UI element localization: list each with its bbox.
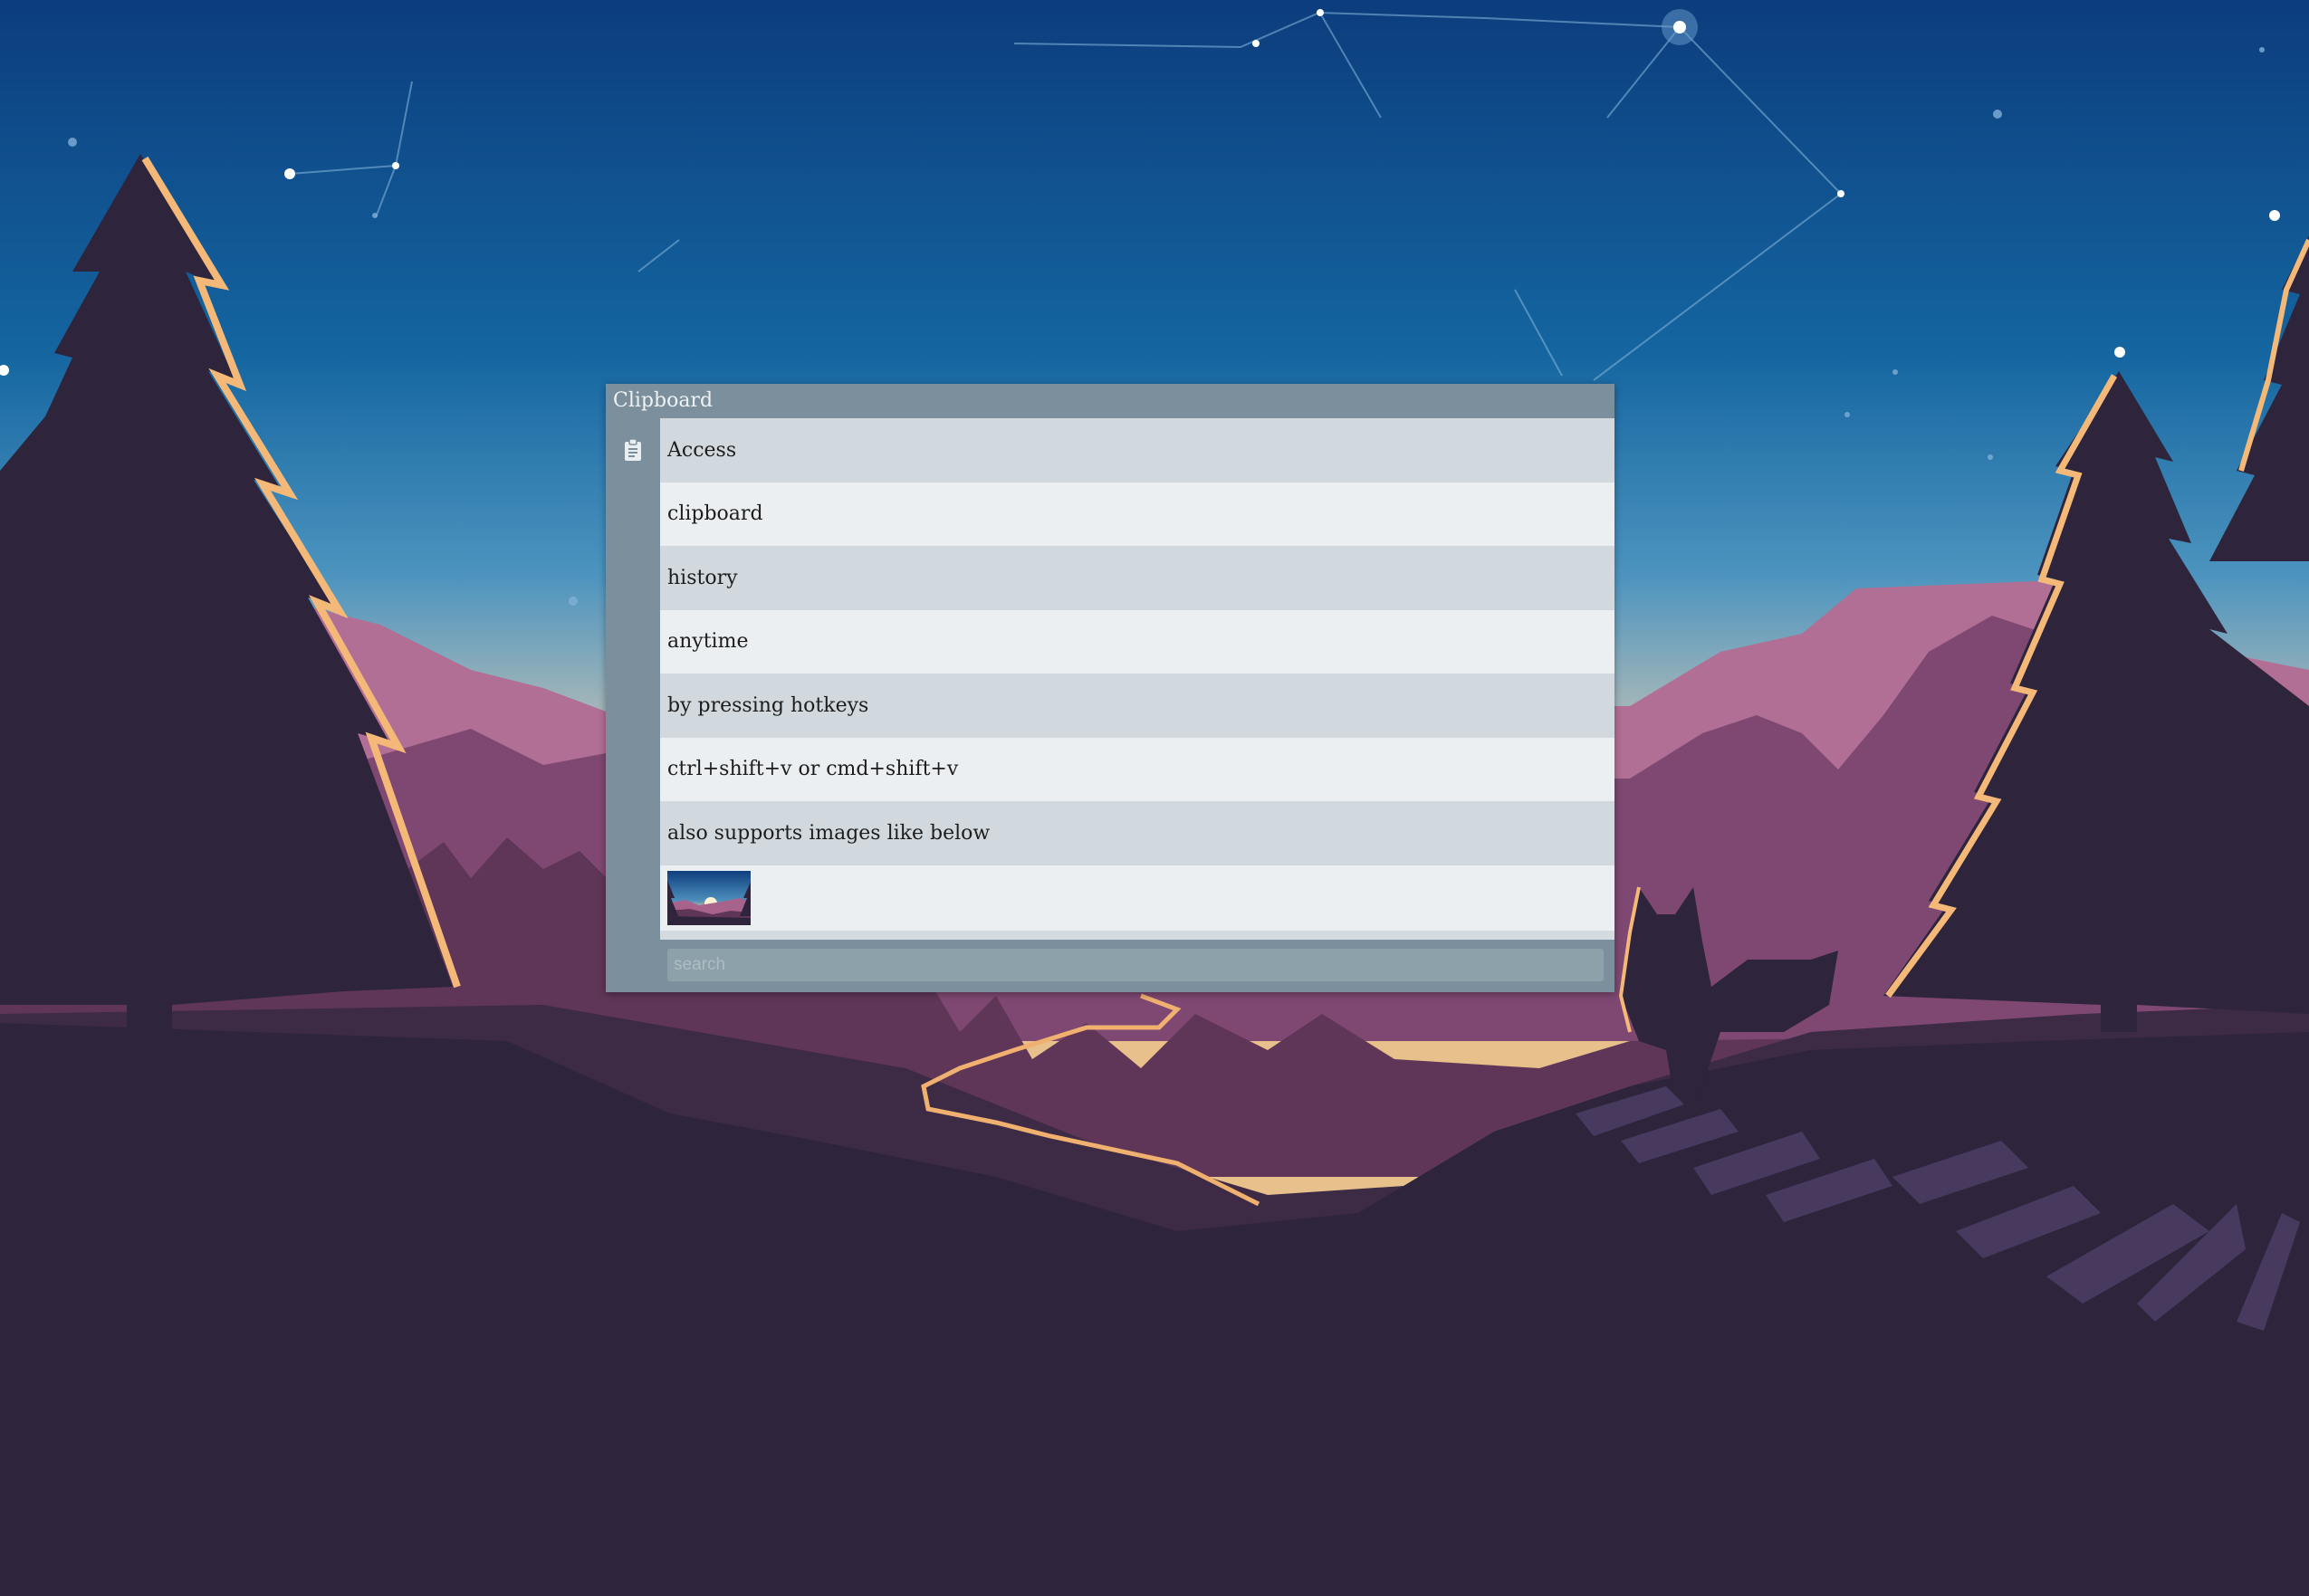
clipboard-image-item[interactable] (660, 865, 1614, 931)
clipboard-item[interactable]: history (660, 546, 1614, 610)
clipboard-item[interactable]: ctrl+shift+v or cmd+shift+v (660, 737, 1614, 801)
clipboard-icon[interactable] (623, 438, 643, 462)
clipboard-window: Clipboard Access clipboard history anyti… (606, 384, 1614, 992)
clipboard-item[interactable]: by pressing hotkeys (660, 674, 1614, 738)
clipboard-history-list[interactable]: Access clipboard history anytime by pres… (660, 418, 1614, 940)
sidebar (606, 418, 660, 992)
clipboard-item[interactable]: anytime (660, 609, 1614, 674)
window-titlebar[interactable]: Clipboard (606, 384, 1614, 418)
clipboard-item[interactable]: clipboard (660, 482, 1614, 546)
search-bar (660, 940, 1614, 992)
image-thumbnail (667, 870, 751, 925)
window-title: Clipboard (613, 389, 714, 412)
clipboard-item[interactable]: also supports images like below (660, 801, 1614, 865)
search-input[interactable] (667, 949, 1604, 981)
clipboard-item[interactable]: Access (660, 418, 1614, 483)
